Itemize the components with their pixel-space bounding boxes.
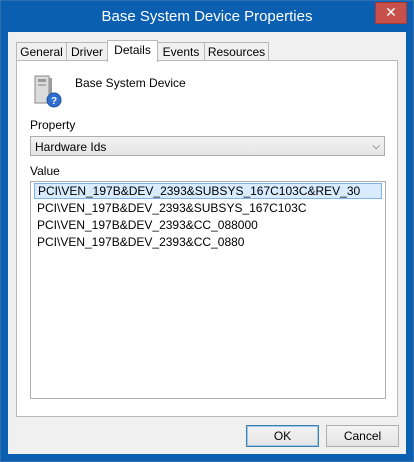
property-select-value: Hardware Ids	[35, 140, 107, 154]
value-listbox[interactable]: PCI\VEN_197B&DEV_2393&SUBSYS_167C103C&RE…	[30, 181, 386, 399]
tab-details[interactable]: Details	[107, 40, 158, 62]
chevron-down-icon: ⌵	[372, 141, 380, 152]
details-panel: ? Base System Device Property Hardware I…	[16, 60, 398, 417]
list-item[interactable]: PCI\VEN_197B&DEV_2393&CC_0880	[34, 234, 382, 250]
svg-text:?: ?	[51, 96, 57, 107]
tab-general[interactable]: General	[16, 42, 67, 61]
property-select[interactable]: Hardware Ids ⌵	[30, 136, 385, 156]
list-item[interactable]: PCI\VEN_197B&DEV_2393&SUBSYS_167C103C	[34, 200, 382, 216]
tab-driver[interactable]: Driver	[66, 42, 108, 61]
window-title: Base System Device Properties	[101, 8, 313, 25]
device-name: Base System Device	[75, 76, 186, 90]
list-item[interactable]: PCI\VEN_197B&DEV_2393&SUBSYS_167C103C&RE…	[34, 183, 382, 199]
property-label: Property	[30, 118, 76, 132]
dialog-client-area: General Driver Details Events Resources …	[8, 32, 406, 454]
close-button[interactable]: ✕	[375, 2, 407, 24]
cancel-button[interactable]: Cancel	[326, 425, 399, 447]
unknown-device-icon: ?	[34, 75, 62, 108]
properties-window: Base System Device Properties ✕ General …	[0, 0, 414, 462]
title-bar[interactable]: Base System Device Properties ✕	[1, 1, 413, 32]
list-item[interactable]: PCI\VEN_197B&DEV_2393&CC_088000	[34, 217, 382, 233]
ok-button[interactable]: OK	[246, 425, 319, 447]
value-label: Value	[30, 164, 60, 178]
tab-events[interactable]: Events	[157, 42, 205, 61]
tab-resources[interactable]: Resources	[204, 42, 269, 61]
